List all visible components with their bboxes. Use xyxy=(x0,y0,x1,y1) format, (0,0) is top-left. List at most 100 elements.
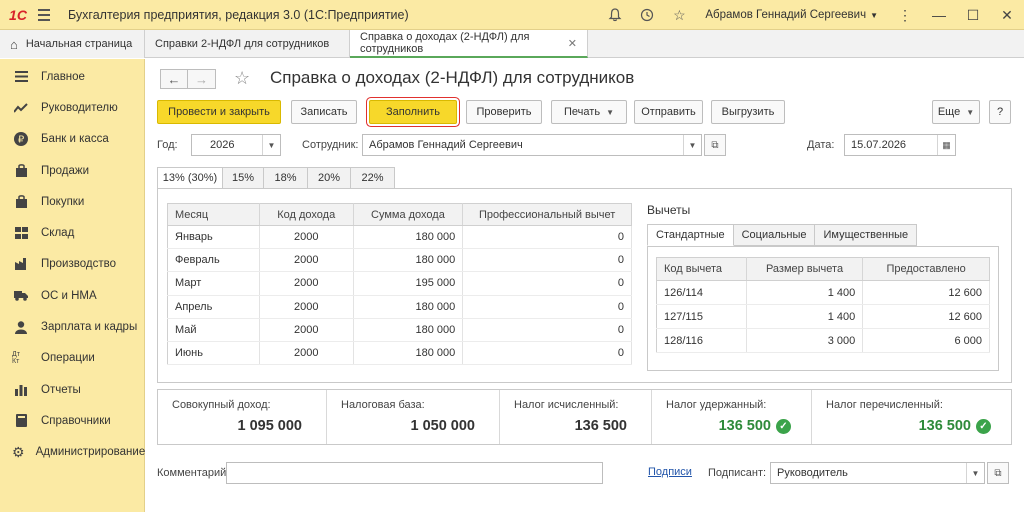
open-link-icon[interactable]: ⧉ xyxy=(987,462,1009,484)
tab-2ndfl-list[interactable]: Справки 2-НДФЛ для сотрудников xyxy=(145,30,350,58)
column-header[interactable]: Профессиональный вычет xyxy=(462,203,632,226)
tax-withheld: Налог удержанный: 136 500 ✓ xyxy=(652,390,812,444)
table-header-row: Месяц Код дохода Сумма дохода Профессион… xyxy=(167,203,632,226)
sidebar-item-catalogs[interactable]: Справочники xyxy=(0,405,144,436)
total-value: 1 095 000 xyxy=(237,418,302,434)
sidebar-item-director[interactable]: Руководителю xyxy=(0,92,144,123)
more-label: Еще xyxy=(937,106,961,118)
sidebar-item-label: Банк и касса xyxy=(41,133,109,146)
table-row[interactable]: 126/114 1 400 12 600 xyxy=(656,280,990,305)
tab-rate-22[interactable]: 22% xyxy=(351,167,395,189)
person-icon xyxy=(12,319,30,335)
bell-icon[interactable] xyxy=(599,0,631,30)
post-and-close-button[interactable]: Провести и закрыть xyxy=(157,100,281,124)
deduction-cell: 0 xyxy=(462,295,632,319)
forward-arrow-icon[interactable]: → xyxy=(188,69,216,89)
signer-field[interactable]: Руководитель ▼ xyxy=(770,462,985,484)
signer-value: Руководитель xyxy=(777,467,848,479)
sidebar-item-label: Руководителю xyxy=(41,101,118,114)
amount-cell: 180 000 xyxy=(353,295,464,319)
chevron-down-icon: ▼ xyxy=(606,107,614,117)
sidebar-item-purchases[interactable]: Покупки xyxy=(0,186,144,217)
chevron-down-icon[interactable]: ▼ xyxy=(262,135,280,155)
sidebar-item-admin[interactable]: ⚙ Администрирование xyxy=(0,437,146,468)
tab-home[interactable]: ⌂ Начальная страница xyxy=(0,30,145,58)
table-row[interactable]: Январь 2000 180 000 0 xyxy=(167,225,632,250)
deduction-provided-cell: 6 000 xyxy=(862,328,990,353)
table-row[interactable]: Июнь 2000 180 000 0 xyxy=(167,341,632,366)
history-icon[interactable] xyxy=(631,0,663,30)
tab-rate-13[interactable]: 13% (30%) xyxy=(157,167,223,189)
sidebar-item-label: ОС и НМА xyxy=(41,289,97,302)
send-button[interactable]: Отправить xyxy=(634,100,703,124)
close-window-button[interactable]: ✕ xyxy=(990,0,1024,30)
tab-rate-18[interactable]: 18% xyxy=(264,167,308,189)
back-arrow-icon[interactable]: ← xyxy=(160,69,188,89)
column-header[interactable]: Размер вычета xyxy=(746,257,864,281)
table-row[interactable]: Май 2000 180 000 0 xyxy=(167,318,632,342)
income-table: Месяц Код дохода Сумма дохода Профессион… xyxy=(167,203,632,366)
employee-field[interactable]: Абрамов Геннадий Сергеевич ▼ xyxy=(362,134,702,156)
column-header[interactable]: Предоставлено xyxy=(862,257,990,281)
column-header[interactable]: Сумма дохода xyxy=(353,203,464,226)
sidebar-item-main[interactable]: Главное xyxy=(0,61,144,92)
sidebar-item-production[interactable]: Производство xyxy=(0,249,144,280)
calendar-icon[interactable]: ▦ xyxy=(937,135,955,155)
minimize-button[interactable]: — xyxy=(922,0,956,30)
deductions-title: Вычеты xyxy=(647,203,691,217)
upload-button[interactable]: Выгрузить xyxy=(711,100,785,124)
sidebar-item-warehouse[interactable]: Склад xyxy=(0,217,144,248)
sidebar-item-bank[interactable]: ₽ Банк и касса xyxy=(0,124,144,155)
signatures-link[interactable]: Подписи xyxy=(648,466,692,478)
sidebar-item-fixed-assets[interactable]: ОС и НМА xyxy=(0,280,144,311)
table-row[interactable]: Апрель 2000 180 000 0 xyxy=(167,295,632,319)
favorite-star-icon[interactable]: ☆ xyxy=(234,68,250,89)
chevron-down-icon[interactable]: ▼ xyxy=(966,463,984,483)
sidebar-item-sales[interactable]: Продажи xyxy=(0,155,144,186)
sidebar-item-operations[interactable]: Дт Кт Операции xyxy=(0,343,144,374)
help-button[interactable]: ? xyxy=(989,100,1011,124)
sidebar-item-label: Зарплата и кадры xyxy=(41,321,138,334)
tab-property[interactable]: Имущественные xyxy=(815,224,918,246)
main-menu-icon[interactable] xyxy=(38,0,56,30)
dt-kt-icon: Дт Кт xyxy=(12,351,20,366)
sidebar-item-reports[interactable]: Отчеты xyxy=(0,374,144,405)
comment-field[interactable] xyxy=(226,462,603,484)
amount-cell: 195 000 xyxy=(353,271,464,296)
tab-social[interactable]: Социальные xyxy=(733,224,816,246)
sidebar-item-label: Администрирование xyxy=(35,446,146,459)
sidebar-item-salary[interactable]: Зарплата и кадры xyxy=(0,311,144,342)
user-menu[interactable]: Абрамов Геннадий Сергеевич ▼ xyxy=(705,9,878,21)
column-header[interactable]: Код вычета xyxy=(656,257,747,281)
table-row[interactable]: Март 2000 195 000 0 xyxy=(167,271,632,296)
tab-rate-15[interactable]: 15% xyxy=(223,167,264,189)
more-vertical-icon[interactable]: ⋮ xyxy=(888,0,922,30)
tab-standard[interactable]: Стандартные xyxy=(647,224,734,246)
totals-panel: Совокупный доход: 1 095 000 Налоговая ба… xyxy=(157,389,1012,445)
table-row[interactable]: Февраль 2000 180 000 0 xyxy=(167,248,632,273)
favorites-star-icon[interactable]: ☆ xyxy=(663,0,695,30)
code-cell: 2000 xyxy=(259,341,354,366)
close-tab-icon[interactable]: ✕ xyxy=(568,37,577,50)
more-button[interactable]: Еще ▼ xyxy=(932,100,980,124)
book-icon xyxy=(12,413,30,429)
deductions-table: Код вычета Размер вычета Предоставлено 1… xyxy=(656,257,990,353)
table-row[interactable]: 127/115 1 400 12 600 xyxy=(656,304,990,329)
date-field[interactable]: 15.07.2026 ▦ xyxy=(844,134,956,156)
chevron-down-icon[interactable]: ▼ xyxy=(683,135,701,155)
tab-rate-20[interactable]: 20% xyxy=(308,167,351,189)
print-button[interactable]: Печать ▼ xyxy=(551,100,627,124)
year-value: 2026 xyxy=(210,139,235,151)
column-header[interactable]: Код дохода xyxy=(259,203,354,226)
deduction-type-tabs: Стандартные Социальные Имущественные xyxy=(647,224,999,246)
fill-button[interactable]: Заполнить xyxy=(369,100,457,124)
table-row[interactable]: 128/116 3 000 6 000 xyxy=(656,328,990,353)
tab-2ndfl-document[interactable]: Справка о доходах (2-НДФЛ) для сотрудник… xyxy=(350,30,588,58)
column-header[interactable]: Месяц xyxy=(167,203,260,226)
open-link-icon[interactable]: ⧉ xyxy=(704,134,726,156)
app-title: Бухгалтерия предприятия, редакция 3.0 (1… xyxy=(68,7,409,22)
save-button[interactable]: Записать xyxy=(291,100,357,124)
maximize-button[interactable]: ☐ xyxy=(956,0,990,30)
year-field[interactable]: 2026 ▼ xyxy=(191,134,281,156)
check-button[interactable]: Проверить xyxy=(466,100,542,124)
